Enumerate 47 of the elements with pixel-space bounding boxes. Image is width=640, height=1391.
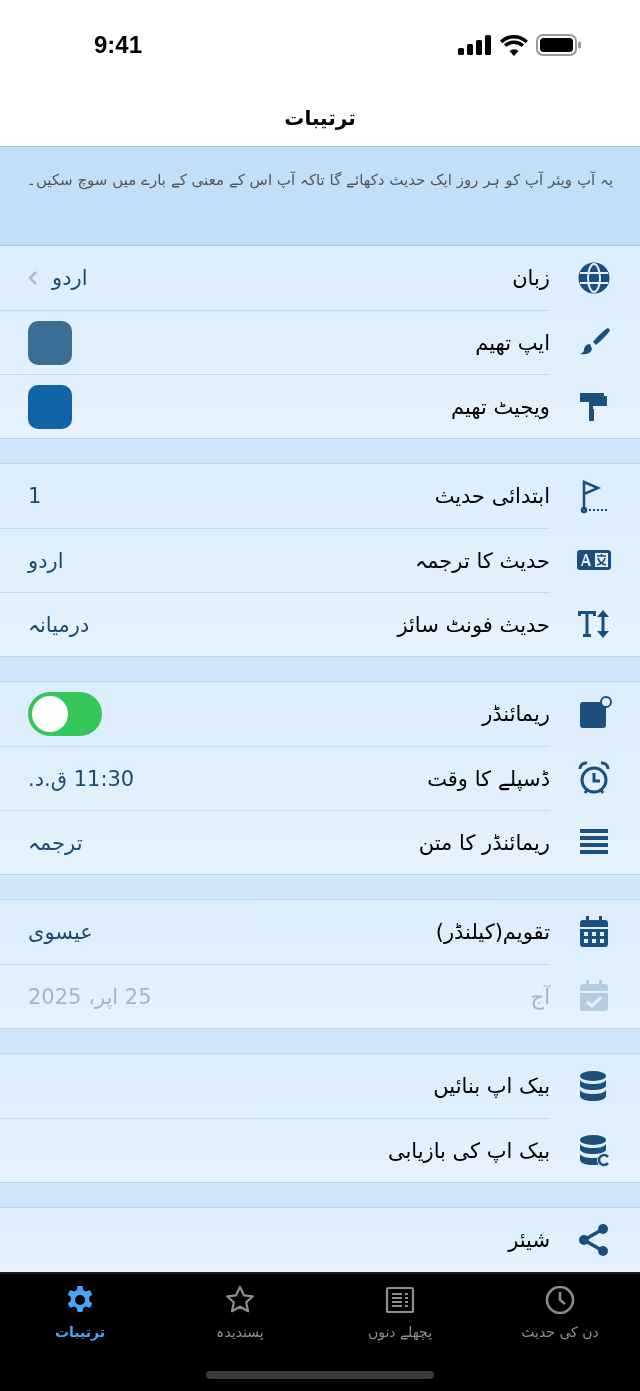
row-value: اردو — [28, 548, 64, 573]
settings-row[interactable]: ڈسپلے کا وقت 11:30 ق.د. — [0, 746, 640, 810]
tab-item[interactable]: ترتیبات — [0, 1274, 160, 1358]
row-label: ایپ تھیم — [474, 330, 550, 355]
settings-row[interactable]: زبان اردو — [0, 246, 640, 310]
row-label: حدیث فونٹ سائز — [395, 612, 550, 637]
settings-row[interactable]: شیئر — [0, 1208, 640, 1272]
info-banner: یہ آپ ویئر آپ کو ہر روز ایک حدیث دکھائے گا تاکہ آپ اس کے معنی کے بارے میں سوچ سکیں۔ — [0, 146, 640, 246]
tab-item[interactable]: پسندیدہ — [160, 1274, 320, 1358]
row-label: ڈسپلے کا وقت — [426, 766, 550, 791]
row-label: ریمائنڈر — [480, 702, 550, 726]
row-label: ویجیٹ تھیم — [450, 394, 550, 419]
row-value: 11:30 ق.د. — [28, 766, 135, 791]
globe-icon — [576, 260, 612, 296]
wifi-icon — [500, 34, 528, 56]
row-label: حدیث کا ترجمہ — [414, 548, 550, 573]
row-label: شیئر — [506, 1228, 550, 1252]
battery-icon — [536, 34, 582, 56]
color-swatch[interactable] — [28, 320, 72, 365]
signal-icon — [458, 35, 492, 55]
row-value: 1 — [28, 484, 42, 508]
row-label: بیک اپ بنائیں — [432, 1074, 550, 1098]
page-title: ترتیبات — [284, 106, 356, 130]
row-value: درمیانہ — [28, 612, 90, 637]
settings-row[interactable]: ریمائنڈر — [0, 682, 640, 746]
clock-icon — [544, 1284, 576, 1316]
list-icon — [384, 1284, 416, 1316]
color-swatch[interactable] — [28, 384, 72, 429]
toggle-switch[interactable] — [28, 692, 102, 736]
row-label: آج — [529, 984, 550, 1009]
row-label: زبان — [511, 266, 550, 290]
settings-row[interactable]: تقویم(کیلنڈر) عیسوی — [0, 900, 640, 964]
row-label: ریمائنڈر کا متن — [417, 830, 550, 855]
settings-row[interactable]: حدیث کا ترجمہ اردو — [0, 528, 640, 592]
row-label: ابتدائی حدیث — [433, 484, 550, 508]
alarm-clock-icon — [576, 760, 612, 796]
row-label: بیک اپ کی بازیابی — [386, 1138, 550, 1163]
row-value: ترجمہ — [28, 830, 83, 855]
settings-row[interactable]: ایپ تھیم — [0, 310, 640, 374]
status-time: 9:41 — [94, 31, 143, 59]
settings-row[interactable]: بیک اپ بنائیں — [0, 1054, 640, 1118]
row-label: تقویم(کیلنڈر) — [434, 920, 550, 944]
row-value: 25 اپر، 2025 — [28, 984, 152, 1009]
row-value: اردو — [52, 266, 88, 290]
tab-item[interactable]: پچھلے دنوں — [320, 1274, 480, 1358]
row-value: عیسوی — [28, 920, 93, 944]
tab-item[interactable]: دن کی حدیث — [480, 1274, 640, 1358]
